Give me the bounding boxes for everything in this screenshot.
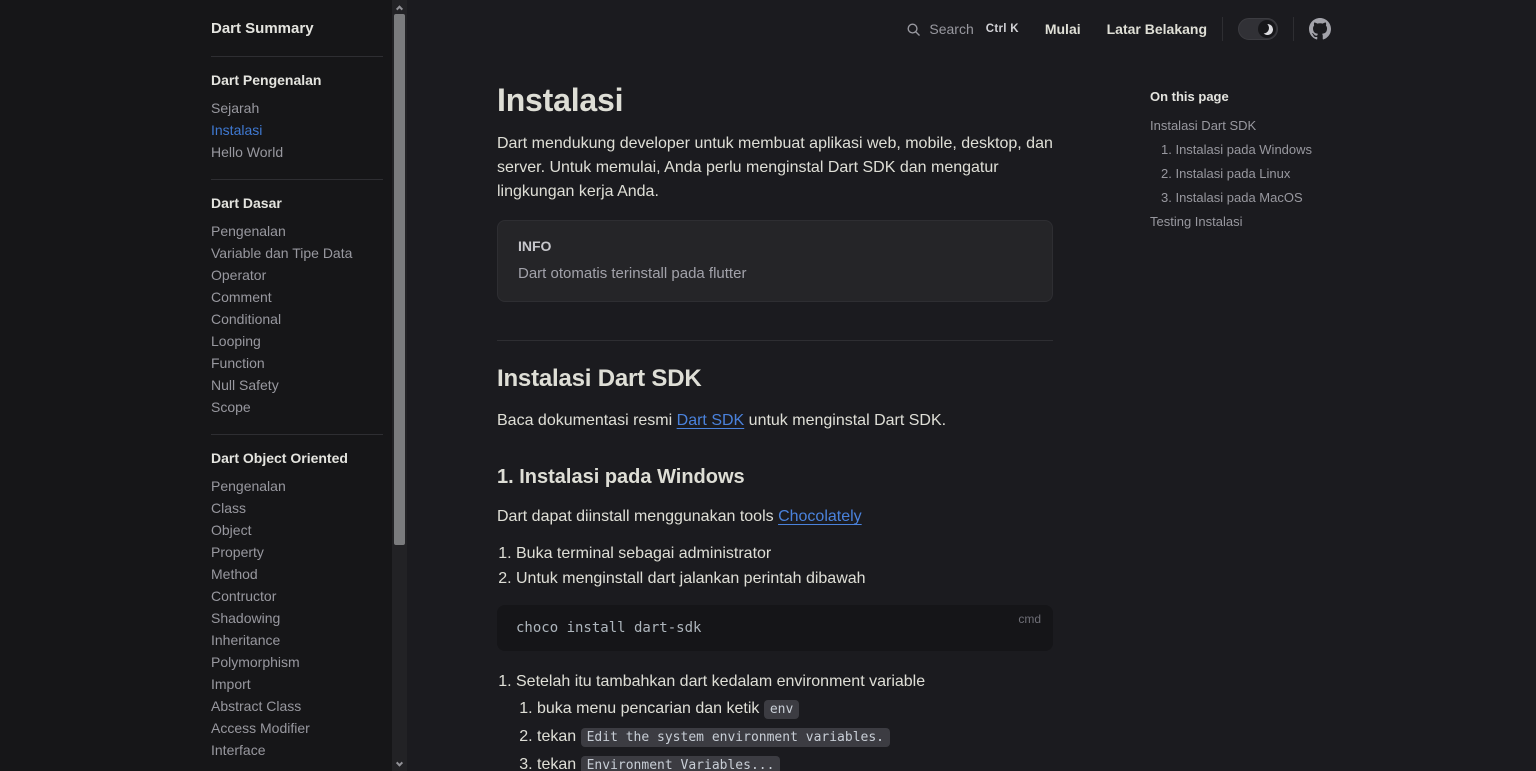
list-item: Setelah itu tambahkan dart kedalam envir… xyxy=(516,669,1053,771)
code-lang-label: cmd xyxy=(1018,612,1041,626)
moon-icon xyxy=(1260,22,1273,35)
sidebar-item-instalasi[interactable]: Instalasi xyxy=(211,119,383,141)
sidebar-item-import[interactable]: Import xyxy=(211,673,383,695)
code-text: choco install dart-sdk xyxy=(516,620,701,636)
sidebar-item-operator[interactable]: Operator xyxy=(211,264,383,286)
sidebar-item-function[interactable]: Function xyxy=(211,352,383,374)
sidebar-item-comment[interactable]: Comment xyxy=(211,286,383,308)
sidebar-item-pengenalan[interactable]: Pengenalan xyxy=(211,475,383,497)
scrollbar-up-button[interactable] xyxy=(392,0,407,14)
sidebar-group-dart-dasar: Dart Dasar PengenalanVariable dan Tipe Da… xyxy=(211,179,383,418)
sidebar-group-dart-pengenalan: Dart Pengenalan SejarahInstalasiHello Wor… xyxy=(211,56,383,163)
outline-link-instalasi-dart-sdk[interactable]: Instalasi Dart SDK xyxy=(1150,118,1256,133)
chevron-down-icon xyxy=(396,759,403,766)
install-steps-list: Buka terminal sebagai administratorUntuk… xyxy=(497,541,1053,591)
sidebar-item-variable-dan-tipe-data[interactable]: Variable dan Tipe Data xyxy=(211,242,383,264)
windows-paragraph: Dart dapat diinstall menggunakan tools C… xyxy=(497,505,1053,529)
sidebar-item-null-safety[interactable]: Null Safety xyxy=(211,374,383,396)
sidebar-item-contructor[interactable]: Contructor xyxy=(211,585,383,607)
section-heading-dart-sdk: Instalasi Dart SDK xyxy=(497,340,1053,395)
content-link-chocolately[interactable]: Chocolately xyxy=(778,508,862,525)
app-window: Dart Summary Dart PengenalanSejarahInsta… xyxy=(0,0,1536,771)
outline-link-testing-instalasi[interactable]: Testing Instalasi xyxy=(1150,214,1243,229)
navbar-divider xyxy=(1293,17,1294,41)
sidebar: Dart Summary Dart Pengenalan SejarahInsta… xyxy=(0,0,393,771)
search-icon xyxy=(906,22,921,37)
list-item: Buka terminal sebagai administrator xyxy=(516,541,1053,566)
list-item: tekan Environment Variables... xyxy=(537,752,1053,771)
sidebar-item-object[interactable]: Object xyxy=(211,519,383,541)
doc-content: Instalasi Dart mendukung developer untuk… xyxy=(497,58,1053,771)
outline-item: 3. Instalasi pada MacOS xyxy=(1150,186,1400,210)
navbar: Search Ctrl K Mulai Latar Belakang xyxy=(407,0,1536,58)
outline-item: Testing Instalasi xyxy=(1150,210,1400,234)
sidebar-item-property[interactable]: Property xyxy=(211,541,383,563)
env-steps-list: Setelah itu tambahkan dart kedalam envir… xyxy=(497,669,1053,771)
info-box: INFO Dart otomatis terinstall pada flutt… xyxy=(497,220,1053,302)
list-item: buka menu pencarian dan ketik env xyxy=(537,696,1053,722)
outline-link-2-instalasi-pada-linux[interactable]: 2. Instalasi pada Linux xyxy=(1161,166,1290,181)
sidebar-item-abstract-class[interactable]: Abstract Class xyxy=(211,695,383,717)
info-box-label: INFO xyxy=(518,237,1032,255)
inline-code: env xyxy=(764,700,799,719)
sidebar-item-class[interactable]: Class xyxy=(211,497,383,519)
theme-toggle[interactable] xyxy=(1238,18,1278,40)
outline-item: 1. Instalasi pada Windows xyxy=(1150,138,1400,162)
sidebar-item-interface[interactable]: Interface xyxy=(211,739,383,761)
outline-link-1-instalasi-pada-windows[interactable]: 1. Instalasi pada Windows xyxy=(1161,142,1312,157)
sidebar-group-title: Dart Pengenalan xyxy=(211,71,383,89)
code-pre: choco install dart-sdk xyxy=(516,620,1034,636)
scrollbar-down-button[interactable] xyxy=(392,757,407,771)
content-link-dart-sdk[interactable]: Dart SDK xyxy=(677,412,745,429)
nav-link-mulai[interactable]: Mulai xyxy=(1045,21,1081,37)
info-box-text: Dart otomatis terinstall pada flutter xyxy=(518,263,1032,285)
sidebar-item-method[interactable]: Method xyxy=(211,563,383,585)
search-shortcut: Ctrl K xyxy=(986,23,1019,35)
navbar-divider xyxy=(1222,17,1223,41)
on-this-page: On this page Instalasi Dart SDK 1. Instal… xyxy=(1150,88,1400,234)
github-link[interactable] xyxy=(1309,18,1331,40)
sidebar-item-conditional[interactable]: Conditional xyxy=(211,308,383,330)
sidebar-item-pengenalan[interactable]: Pengenalan xyxy=(211,220,383,242)
list-item: tekan Edit the system environment variab… xyxy=(537,724,1053,750)
outline-link-3-instalasi-pada-macos[interactable]: 3. Instalasi pada MacOS xyxy=(1161,190,1303,205)
toggle-knob xyxy=(1258,20,1276,38)
inline-code: Environment Variables... xyxy=(581,756,781,771)
inline-code: Edit the system environment variables. xyxy=(581,728,890,747)
section-heading-windows: 1. Instalasi pada Windows xyxy=(497,463,1053,491)
nav-link-latar-belakang[interactable]: Latar Belakang xyxy=(1107,21,1207,37)
sidebar-item-sejarah[interactable]: Sejarah xyxy=(211,97,383,119)
page-title: Instalasi xyxy=(497,80,1053,120)
sidebar-scrollbar[interactable] xyxy=(392,0,407,771)
on-this-page-list: Instalasi Dart SDK 1. Instalasi pada Wind… xyxy=(1150,114,1400,234)
nav-links: Mulai Latar Belakang xyxy=(1019,21,1207,37)
sidebar-inner: Dart Summary Dart Pengenalan SejarahInsta… xyxy=(0,0,393,761)
sidebar-sections: Dart Pengenalan SejarahInstalasiHello Wor… xyxy=(211,56,383,761)
sidebar-item-looping[interactable]: Looping xyxy=(211,330,383,352)
outline-item: 2. Instalasi pada Linux xyxy=(1150,162,1400,186)
code-block[interactable]: cmd choco install dart-sdk xyxy=(497,605,1053,651)
github-icon xyxy=(1309,18,1331,40)
intro-paragraph: Dart mendukung developer untuk membuat a… xyxy=(497,132,1053,204)
on-this-page-title: On this page xyxy=(1150,88,1400,105)
sdk-paragraph: Baca dokumentasi resmi Dart SDK untuk me… xyxy=(497,409,1053,433)
sidebar-group-title: Dart Dasar xyxy=(211,194,383,212)
sidebar-item-inheritance[interactable]: Inheritance xyxy=(211,629,383,651)
sidebar-item-scope[interactable]: Scope xyxy=(211,396,383,418)
sidebar-item-access-modifier[interactable]: Access Modifier xyxy=(211,717,383,739)
sidebar-item-polymorphism[interactable]: Polymorphism xyxy=(211,651,383,673)
sidebar-title: Dart Summary xyxy=(211,18,383,40)
sidebar-group-title: Dart Object Oriented xyxy=(211,449,383,467)
outline-item: Instalasi Dart SDK xyxy=(1150,114,1400,138)
sidebar-item-shadowing[interactable]: Shadowing xyxy=(211,607,383,629)
sidebar-item-hello-world[interactable]: Hello World xyxy=(211,141,383,163)
sub-steps-list: buka menu pencarian dan ketik envtekan E… xyxy=(516,696,1053,771)
search-placeholder: Search xyxy=(929,21,973,37)
list-item: Untuk menginstall dart jalankan perintah… xyxy=(516,566,1053,591)
scrollbar-thumb[interactable] xyxy=(394,14,405,545)
sidebar-group-dart-object-oriented: Dart Object Oriented PengenalanClassObjec… xyxy=(211,434,383,761)
chevron-up-icon xyxy=(396,5,403,12)
search-button[interactable]: Search Ctrl K xyxy=(906,21,1018,37)
